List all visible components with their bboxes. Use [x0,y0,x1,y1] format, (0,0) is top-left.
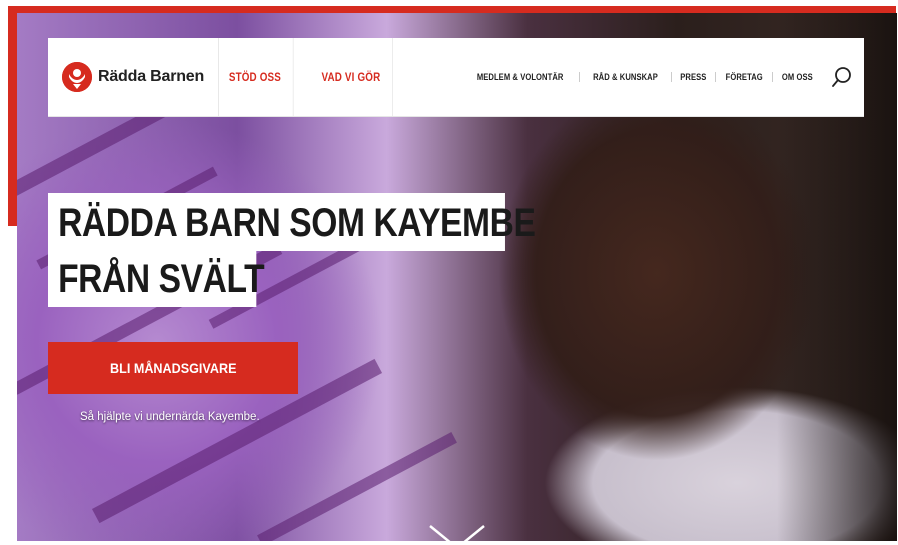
nav-link-medlem-volontar[interactable]: MEDLEM & VOLONTÄR [473,72,568,83]
nav-divider [772,72,774,82]
primary-nav: STÖD OSS VAD VI GÖR [219,38,410,116]
nav-link-om-oss[interactable]: OM OSS [778,72,817,83]
brand-logo-icon [62,62,92,92]
headline-line-2: FRÅN SVÄLT [48,249,265,307]
search-icon[interactable] [828,63,856,91]
secondary-nav: MEDLEM & VOLONTÄR RÅD & KUNSKAP PRESS FÖ… [461,38,864,116]
nav-divider [671,72,673,82]
become-monthly-donor-button[interactable]: BLI MÅNADSGIVARE [48,342,298,394]
brand-name: Rädda Barnen [98,68,205,85]
hero-caption-link[interactable]: Så hjälpte vi undernärda Kayembe. [80,411,260,423]
cta-label: BLI MÅNADSGIVARE [109,360,237,376]
chevron-down-icon[interactable] [426,524,488,545]
page: Rädda Barnen STÖD OSS VAD VI GÖR MEDLEM … [0,0,898,545]
headline-line-1: RÄDDA BARN SOM KAYEMBE [48,193,536,251]
nav-link-press[interactable]: PRESS [677,72,711,83]
nav-link-foretag[interactable]: FÖRETAG [722,72,767,83]
nav-divider [714,72,716,82]
brand-logo[interactable]: Rädda Barnen [48,38,220,116]
nav-link-rad-kunskap[interactable]: RÅD & KUNSKAP [589,72,662,83]
nav-divider [579,72,581,82]
nav-item-stod-oss[interactable]: STÖD OSS [219,38,294,116]
site-header: Rädda Barnen STÖD OSS VAD VI GÖR MEDLEM … [48,38,864,117]
nav-item-vad-vi-gor[interactable]: VAD VI GÖR [310,38,393,116]
